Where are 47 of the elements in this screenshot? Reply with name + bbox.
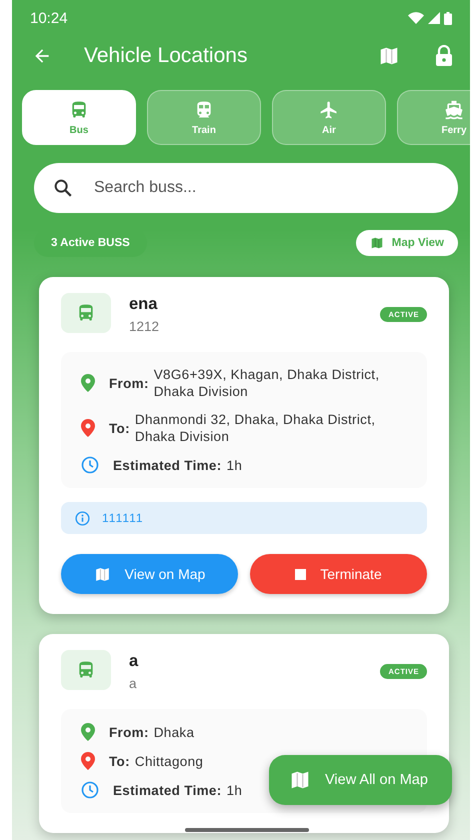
map-icon[interactable] — [378, 45, 400, 67]
mode-tab[interactable]: Bus — [22, 90, 136, 145]
vehicle-number: 1212 — [129, 319, 160, 334]
battery-icon — [444, 12, 452, 24]
ferry-icon — [444, 100, 464, 120]
mode-tab[interactable]: Air — [272, 90, 386, 145]
view-all-on-map-button[interactable]: View All on Map — [269, 755, 452, 805]
clock-icon — [81, 456, 99, 474]
search-field[interactable]: Search buss... — [34, 163, 458, 213]
note-text: 111111 — [102, 511, 144, 525]
detail-value: 1h — [226, 456, 244, 474]
detail-label: From: — [109, 374, 149, 392]
lock-icon[interactable] — [434, 45, 454, 67]
mode-tab[interactable]: Ferry — [397, 90, 470, 145]
clock-icon — [81, 781, 99, 799]
detail-value: Dhanmondi 32, Dhaka, Dhaka District, Dhaka Division — [134, 411, 376, 445]
detail-label: Estimated Time: — [113, 456, 222, 474]
detail-value: V8G6+39X, Khagan, Dhaka District, Dhaka Division — [154, 366, 380, 400]
signal-icon — [428, 12, 440, 24]
location-pin-icon — [81, 374, 95, 392]
vehicle-name: ena — [129, 295, 158, 314]
map-view-button[interactable]: Map View — [356, 230, 458, 256]
airplane-icon — [319, 100, 339, 120]
search-icon — [52, 177, 74, 199]
detail-label: From: — [109, 724, 149, 740]
detail-label: To: — [109, 752, 130, 770]
detail-label: Estimated Time: — [113, 782, 222, 798]
info-icon — [75, 510, 90, 526]
wifi-icon — [408, 12, 424, 24]
map-icon — [289, 769, 311, 791]
detail-label: To: — [109, 420, 130, 436]
mode-tab[interactable]: Train — [147, 90, 261, 145]
map-icon — [370, 236, 384, 250]
stop-icon — [295, 568, 306, 580]
detail-value: Dhaka — [154, 724, 196, 740]
detail-value: Chittagong — [134, 752, 204, 770]
vehicle-name: a — [129, 652, 140, 671]
location-pin-icon — [81, 723, 95, 741]
location-pin-icon — [81, 419, 95, 437]
map-icon — [94, 566, 111, 582]
detail-value: 1h — [226, 782, 244, 798]
view-on-map-button[interactable]: View on Map — [61, 554, 238, 594]
screen-title: Vehicle Locations — [84, 44, 248, 68]
status-time: 10:24 — [30, 10, 68, 26]
terminate-button[interactable]: Terminate — [250, 554, 427, 594]
vehicle-number: a — [129, 676, 138, 691]
location-pin-icon — [81, 752, 95, 770]
